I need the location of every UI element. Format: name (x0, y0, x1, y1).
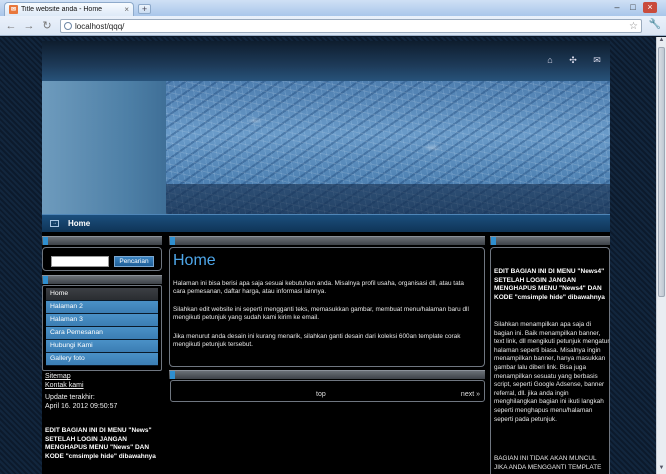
sidebar-item-halaman-3[interactable]: Halaman 3 (46, 314, 158, 327)
banner-left-panel (42, 81, 166, 214)
right-paragraph-1: Silahkan menampilkan apa saja di bagian … (494, 321, 610, 423)
main-paragraph-2: Silahkan edit website ini seperti mengga… (173, 306, 469, 322)
scroll-up-icon[interactable]: ▲ (657, 37, 666, 46)
next-link[interactable]: next » (461, 391, 480, 398)
back-icon[interactable]: ← (4, 19, 18, 33)
left-news-note: EDIT BAGIAN INI DI MENU "News" SETELAH L… (45, 427, 156, 460)
kontak-link[interactable]: Kontak kami (45, 382, 163, 391)
mail-top-icon[interactable]: ✉ (591, 54, 603, 66)
close-window-button[interactable]: × (643, 2, 657, 13)
search-button[interactable]: Pencarian (114, 256, 154, 267)
top-link[interactable]: top (316, 391, 326, 398)
menu-arrow-icon: → (50, 220, 59, 227)
favicon-icon: ✉ (9, 5, 18, 14)
search-box: Pencarian (42, 247, 162, 271)
header-banner (42, 81, 610, 214)
site-topbar: ⌂ ✣ ✉ (42, 41, 610, 81)
sidebar-item-home[interactable]: Home (46, 288, 158, 301)
menu-home-link[interactable]: Home (68, 219, 90, 228)
browser-toolbar: ← → ↻ localhost/qqq/ ☆ 🔧 (0, 16, 666, 36)
main-column-bar (169, 236, 485, 245)
maximize-button[interactable]: □ (626, 2, 640, 13)
tab-close-icon[interactable]: × (124, 5, 129, 14)
home-top-icon[interactable]: ⌂ (544, 54, 556, 66)
browser-tab[interactable]: ✉ Title website anda - Home × (4, 2, 134, 16)
reload-icon[interactable]: ↻ (40, 19, 54, 33)
sidebar-nav: Home Halaman 2 Halaman 3 Cara Pemesanan … (46, 288, 158, 366)
sidebar-item-gallery-foto[interactable]: Gallery foto (46, 353, 158, 366)
right-paragraph-2: BAGIAN INI TIDAK AKAN MUNCUL JIKA ANDA M… (494, 455, 602, 471)
left-column-bar (42, 236, 162, 245)
sidebar-item-cara-pemesanan[interactable]: Cara Pemesanan (46, 327, 158, 340)
main-content-box: Home Halaman ini bisa berisi apa saja se… (169, 247, 485, 367)
main-paragraph-3: Jika menurut anda desain ini kurang mena… (173, 333, 461, 349)
globe-icon (64, 22, 72, 30)
right-news-title: EDIT BAGIAN INI DI MENU "News4" SETELAH … (494, 268, 605, 301)
sitemap-link[interactable]: Sitemap (45, 373, 163, 382)
bookmark-star-icon[interactable]: ☆ (629, 21, 638, 32)
wrench-icon[interactable]: 🔧 (648, 19, 662, 30)
pager-box: top next » (170, 380, 485, 402)
page-scrollbar[interactable]: ▲ ▼ (656, 37, 666, 474)
update-label: Update terakhir: (45, 394, 95, 401)
minimize-button[interactable]: – (610, 2, 624, 13)
forward-icon[interactable]: → (22, 19, 36, 33)
scroll-down-icon[interactable]: ▼ (657, 465, 666, 474)
banner-shade (166, 184, 610, 214)
left-links: Sitemap Kontak kami Update terakhir: Apr… (45, 373, 163, 411)
main-paragraph-1: Halaman ini bisa berisi apa saja sesuai … (173, 280, 464, 296)
address-url[interactable]: localhost/qqq/ (75, 22, 626, 31)
update-value: April 16. 2012 09:50:57 (45, 402, 118, 410)
sidebar-item-halaman-2[interactable]: Halaman 2 (46, 301, 158, 314)
search-input[interactable] (51, 256, 109, 267)
right-column-bar (490, 236, 610, 245)
tab-title: Title website anda - Home (21, 6, 103, 13)
address-bar[interactable]: localhost/qqq/ ☆ (60, 19, 642, 33)
scroll-thumb[interactable] (658, 47, 665, 297)
left-column-bar-2 (42, 275, 162, 284)
page-title: Home (173, 252, 216, 269)
sidebar-item-hubungi-kami[interactable]: Hubungi Kami (46, 340, 158, 353)
main-column-bar-2 (169, 370, 485, 379)
new-tab-button[interactable]: + (138, 4, 151, 14)
sitemap-top-icon[interactable]: ✣ (567, 54, 579, 66)
main-menubar: → Home (42, 214, 610, 232)
browser-titlebar: ✉ Title website anda - Home × + – □ × (0, 0, 666, 16)
